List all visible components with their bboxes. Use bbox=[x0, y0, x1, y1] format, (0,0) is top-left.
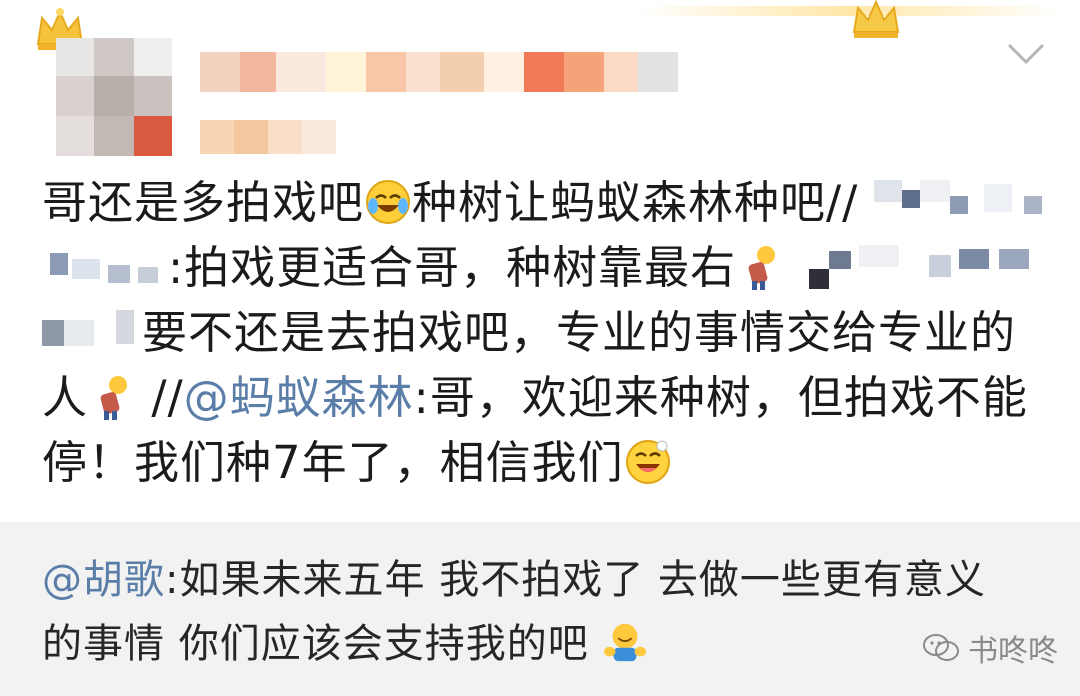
post-body: 哥还是多拍戏吧 种树让蚂蚁森林种吧//:拍戏更适合哥，种树靠最右 要不还是去拍… bbox=[42, 170, 1052, 495]
blurred-username bbox=[42, 245, 168, 289]
crown-icon bbox=[852, 0, 900, 38]
post-text-segment: 哥还是多拍戏吧 bbox=[42, 176, 365, 229]
post-line-3: 要不还是去拍戏吧，专业的事情交给专业的 bbox=[42, 300, 1052, 365]
mention-link[interactable]: @蚂蚁森林 bbox=[184, 371, 414, 424]
quoted-comment: @胡歌:如果未来五年 我不拍戏了 去做一些更有意义 的事情 你们应该会支持我的吧 bbox=[42, 548, 1042, 676]
comment-line-1: @胡歌:如果未来五年 我不拍戏了 去做一些更有意义 bbox=[42, 548, 1042, 612]
post-line-1: 哥还是多拍戏吧 种树让蚂蚁森林种吧// bbox=[42, 170, 1052, 235]
mention-link[interactable]: @胡歌 bbox=[42, 557, 165, 603]
post-text-segment: 种树让蚂蚁森林种吧// bbox=[412, 176, 859, 229]
repost-quote[interactable]: @胡歌:如果未来五年 我不拍戏了 去做一些更有意义 的事情 你们应该会支持我的吧 bbox=[0, 522, 1080, 696]
avatar[interactable] bbox=[56, 38, 172, 156]
comment-text: :如果未来五年 我不拍戏了 去做一些更有意义 bbox=[165, 557, 986, 603]
wechat-icon bbox=[923, 634, 959, 661]
bowing-person-emoji bbox=[748, 246, 776, 290]
chevron-down-icon[interactable] bbox=[1006, 40, 1046, 68]
post-text-segment: :拍戏更适合哥，种树靠最右 bbox=[168, 241, 737, 294]
post-meta-blurred bbox=[200, 120, 336, 154]
hug-emoji bbox=[604, 623, 647, 662]
blurred-username bbox=[42, 310, 142, 354]
post-text-segment: // bbox=[136, 371, 184, 424]
watermark: 书咚咚 bbox=[922, 626, 1058, 670]
bowing-person-emoji bbox=[100, 376, 128, 420]
username-blurred[interactable] bbox=[200, 52, 700, 92]
comment-text: 的事情 你们应该会支持我的吧 bbox=[42, 621, 589, 667]
post-line-2: :拍戏更适合哥，种树靠最右 bbox=[42, 235, 1052, 300]
laughing-crying-emoji bbox=[366, 180, 411, 224]
blurred-username bbox=[873, 180, 1074, 224]
watermark-text: 书咚咚 bbox=[968, 634, 1058, 669]
blurred-username bbox=[799, 245, 1059, 289]
post-line-4: 人 //@蚂蚁森林:哥，欢迎来种树，但拍戏不能 bbox=[42, 365, 1052, 430]
post-text-segment: :哥，欢迎来种树，但拍戏不能 bbox=[413, 371, 1028, 424]
comment-line-2: 的事情 你们应该会支持我的吧 bbox=[42, 612, 1042, 676]
weibo-post: 哥还是多拍戏吧 种树让蚂蚁森林种吧//:拍戏更适合哥，种树靠最右 要不还是去拍… bbox=[0, 0, 1080, 522]
post-line-5: 停！我们种7年了，相信我们 bbox=[42, 430, 1052, 495]
post-text-segment: 停！我们种7年了，相信我们 bbox=[42, 436, 624, 489]
post-text-segment: 人 bbox=[42, 371, 89, 424]
post-text-segment: 要不还是去拍戏吧，专业的事情交给专业的 bbox=[142, 306, 1017, 359]
grinning-emoji bbox=[625, 440, 670, 484]
